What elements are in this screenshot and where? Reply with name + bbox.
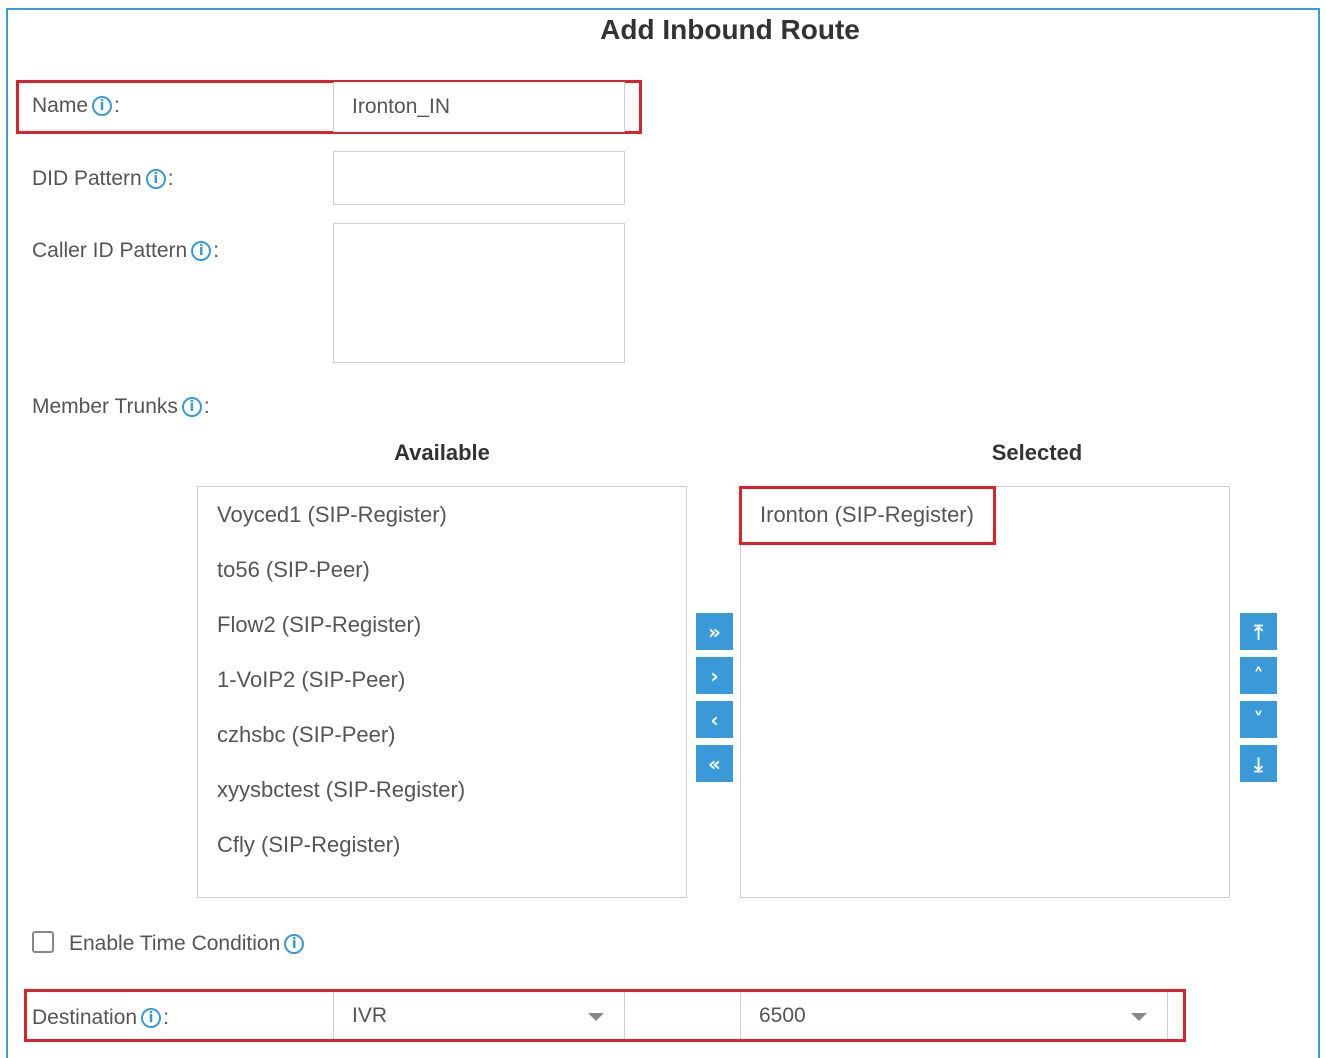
name-input[interactable]: Ironton_IN (333, 82, 625, 132)
destination-label-text: Destination (32, 1006, 138, 1029)
move-top-button[interactable]: ⤒ (1240, 613, 1277, 650)
chevron-down-icon: ˅ (1253, 707, 1264, 732)
destination-target-select[interactable]: 6500 (740, 992, 1168, 1039)
did-pattern-input[interactable] (333, 151, 625, 205)
destination-target-value: 6500 (759, 1003, 806, 1027)
colon: : (163, 1006, 169, 1029)
caller-id-pattern-textarea[interactable] (333, 223, 625, 363)
info-icon[interactable]: i (145, 169, 166, 189)
caller-id-pattern-label: Caller ID Pattern i : (32, 239, 219, 263)
move-down-button[interactable]: ˅ (1240, 701, 1277, 738)
add-button[interactable]: › (696, 657, 733, 694)
info-icon[interactable]: i (181, 397, 202, 417)
colon: : (167, 167, 174, 190)
time-condition-label: Enable Time Condition i (69, 932, 305, 956)
member-trunks-label-text: Member Trunks (32, 395, 178, 418)
destination-type-value: IVR (352, 1003, 388, 1027)
did-pattern-label: DID Pattern i : (32, 167, 174, 191)
info-icon[interactable]: i (141, 1008, 162, 1028)
remove-button[interactable]: ‹ (696, 701, 733, 738)
info-icon[interactable]: i (284, 934, 305, 954)
selected-trunks-list[interactable]: Ironton (SIP-Register) (740, 486, 1230, 898)
move-bottom-button[interactable]: ⤓ (1240, 745, 1277, 782)
selected-item-highlight (739, 486, 996, 545)
list-item[interactable]: xyysbctest (SIP-Register) (217, 777, 465, 803)
did-pattern-label-text: DID Pattern (32, 167, 142, 190)
member-trunks-label: Member Trunks i : (32, 395, 210, 419)
dialog-title: Add Inbound Route (600, 14, 860, 45)
remove-all-button[interactable]: « (696, 745, 733, 782)
info-icon[interactable]: i (92, 96, 113, 116)
chevron-double-left-icon: « (708, 751, 721, 776)
info-icon[interactable]: i (191, 241, 212, 261)
colon: : (114, 94, 120, 117)
dropdown-caret-icon (1131, 1012, 1147, 1021)
move-up-button[interactable]: ˄ (1240, 657, 1277, 694)
caller-id-pattern-label-text: Caller ID Pattern (32, 239, 188, 262)
available-trunks-list[interactable]: Voyced1 (SIP-Register) to56 (SIP-Peer) F… (197, 486, 687, 898)
add-all-button[interactable]: » (696, 613, 733, 650)
dropdown-caret-icon (588, 1012, 604, 1021)
list-item[interactable]: Cfly (SIP-Register) (217, 832, 400, 858)
move-bottom-icon: ⤓ (1254, 751, 1263, 776)
colon: : (213, 239, 220, 262)
chevron-up-icon: ˄ (1253, 663, 1264, 688)
chevron-double-right-icon: » (708, 619, 721, 644)
time-condition-checkbox[interactable] (32, 931, 54, 953)
chevron-right-icon: › (710, 663, 719, 688)
list-item[interactable]: Voyced1 (SIP-Register) (217, 502, 447, 528)
destination-type-select[interactable]: IVR (333, 992, 625, 1039)
list-item[interactable]: 1-VoIP2 (SIP-Peer) (217, 667, 405, 693)
name-input-value: Ironton_IN (352, 95, 451, 118)
list-item[interactable]: Flow2 (SIP-Register) (217, 612, 421, 638)
name-label-text: Name (32, 94, 89, 117)
list-item[interactable]: czhsbc (SIP-Peer) (217, 722, 396, 748)
selected-list-title: Selected (991, 440, 1083, 465)
move-top-icon: ⤒ (1254, 619, 1263, 644)
name-label: Name i : (32, 94, 120, 118)
available-list-title: Available (394, 440, 490, 465)
time-condition-label-text: Enable Time Condition (69, 932, 281, 955)
destination-label: Destination i : (32, 1006, 169, 1030)
chevron-left-icon: ‹ (710, 707, 719, 732)
colon: : (203, 395, 210, 418)
list-item[interactable]: to56 (SIP-Peer) (217, 557, 370, 583)
